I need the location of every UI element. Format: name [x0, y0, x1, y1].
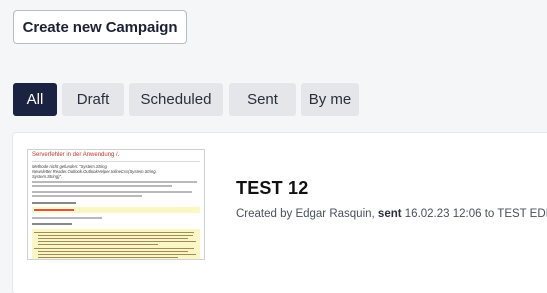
tab-scheduled[interactable]: Scheduled	[129, 83, 223, 116]
thumbnail-text-line	[32, 191, 192, 193]
tab-draft[interactable]: Draft	[62, 83, 124, 116]
thumbnail-stack-line	[38, 235, 193, 236]
thumbnail-text-line	[32, 202, 76, 204]
thumbnail-stack-line	[38, 254, 196, 255]
thumbnail-message: Methode nicht gefunden: "System.String N…	[32, 164, 157, 179]
thumbnail-stack-line	[38, 241, 196, 242]
create-campaign-button[interactable]: Create new Campaign	[13, 10, 187, 44]
tab-all[interactable]: All	[13, 83, 57, 116]
thumbnail-text-line	[32, 217, 102, 219]
thumbnail-stack-line	[38, 251, 188, 252]
thumbnail-stack-line	[38, 257, 178, 258]
campaign-date-recipient: 16.02.23 12:06 to TEST EDI	[404, 208, 547, 220]
thumbnail-divider	[32, 161, 200, 162]
campaign-title[interactable]: TEST 12	[236, 178, 308, 199]
campaign-created-by: Created by Edgar Rasquin,	[236, 208, 375, 220]
thumbnail-text-line	[32, 185, 172, 187]
campaign-thumbnail[interactable]: Serverfehler in der Anwendung /. Methode…	[27, 149, 205, 260]
campaign-card[interactable]: Serverfehler in der Anwendung /. Methode…	[13, 133, 547, 293]
campaign-meta: Created by Edgar Rasquin, sent 16.02.23 …	[236, 208, 547, 220]
thumbnail-stack-line	[38, 244, 158, 245]
tab-by-me[interactable]: By me	[301, 83, 359, 116]
thumbnail-error-line	[34, 209, 74, 211]
thumbnail-stack-line	[34, 232, 194, 233]
thumbnail-text-line	[32, 181, 197, 183]
thumbnail-text-line	[32, 223, 72, 225]
thumbnail-text-line	[32, 195, 142, 197]
thumbnail-stack-line	[38, 238, 188, 239]
tab-sent[interactable]: Sent	[229, 83, 296, 116]
campaign-status: sent	[377, 208, 402, 220]
thumbnail-heading: Serverfehler in der Anwendung /.	[32, 152, 120, 158]
thumbnail-stack-line	[34, 248, 194, 249]
